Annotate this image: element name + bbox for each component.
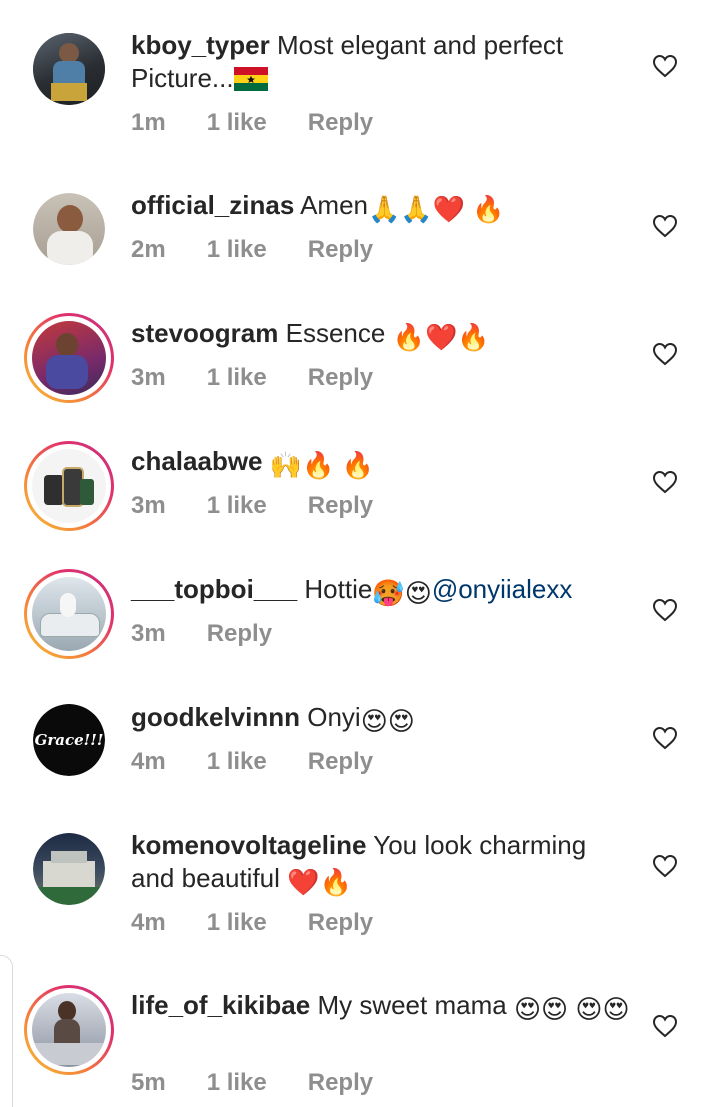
comment-meta: 4m 1 like Reply	[131, 909, 414, 937]
reply-button[interactable]: Reply	[308, 109, 373, 137]
comment-username[interactable]: komenovoltageline	[131, 830, 367, 860]
heart-outline-icon[interactable]	[652, 854, 678, 878]
heart-outline-icon[interactable]	[652, 214, 678, 238]
avatar[interactable]	[24, 313, 114, 403]
comment-time: 3m	[131, 364, 166, 391]
reply-button[interactable]: Reply	[207, 620, 272, 648]
comment-text: stevoogram Essence 🔥❤️🔥	[131, 317, 631, 354]
hot-face-heart-eyes-icon: 🥵😍	[372, 578, 432, 608]
comment-text: life_of_kikibae My sweet mama 😍😍 😍😍	[131, 989, 631, 1026]
comment-time: 4m	[131, 909, 166, 936]
comment-likes[interactable]: 1 like	[207, 748, 267, 776]
raised-hands-fire-icon: 🙌🔥 🔥	[269, 450, 375, 480]
comment-text: chalaabwe 🙌🔥 🔥	[131, 445, 631, 482]
avatar[interactable]	[33, 193, 105, 265]
comment-time: 5m	[131, 1069, 166, 1096]
reply-button[interactable]: Reply	[308, 909, 373, 937]
comment-body: Onyi	[307, 702, 361, 732]
mention-link[interactable]: @onyiialexx	[432, 574, 573, 604]
comment-username[interactable]: kboy_typer	[131, 30, 270, 60]
heart-eyes-icon: 😍😍	[360, 706, 415, 736]
comment-body: Essence	[285, 318, 393, 348]
comment-text: ___topboi___ Hottie🥵😍 @onyiialexx	[131, 573, 631, 610]
comment-body: Amen	[300, 190, 368, 220]
heart-outline-icon[interactable]	[652, 54, 678, 78]
comment-meta: 2m 1 like Reply	[131, 236, 414, 264]
comment-username[interactable]: life_of_kikibae	[131, 990, 310, 1020]
heart-outline-icon[interactable]	[652, 342, 678, 366]
reply-button[interactable]: Reply	[308, 492, 373, 520]
comment-meta: 3m Reply	[131, 620, 313, 648]
avatar[interactable]	[24, 569, 114, 659]
heart-outline-icon[interactable]	[652, 598, 678, 622]
heart-outline-icon[interactable]	[652, 470, 678, 494]
panel-edge	[0, 955, 13, 1107]
ghana-flag-icon	[233, 67, 268, 91]
comment-likes[interactable]: 1 like	[207, 236, 267, 264]
reply-button[interactable]: Reply	[308, 748, 373, 776]
reply-button[interactable]: Reply	[308, 364, 373, 392]
comment-meta: 3m 1 like Reply	[131, 364, 414, 392]
comment-time: 2m	[131, 236, 166, 263]
heart-fire-icon: ❤️🔥	[287, 867, 352, 897]
comment-time: 1m	[131, 109, 166, 136]
heart-outline-icon[interactable]	[652, 726, 678, 750]
comment-likes[interactable]: 1 like	[207, 492, 267, 520]
avatar[interactable]: Grace!!!	[33, 704, 105, 776]
reply-button[interactable]: Reply	[308, 1069, 373, 1097]
comment-username[interactable]: ___topboi___	[131, 574, 297, 604]
comment-likes[interactable]: 1 like	[207, 1069, 267, 1097]
avatar[interactable]	[33, 33, 105, 105]
comment-likes[interactable]: 1 like	[207, 109, 267, 137]
comment-username[interactable]: chalaabwe	[131, 446, 263, 476]
fire-heart-icon: 🔥❤️🔥	[392, 322, 490, 352]
comment-text: official_zinas Amen🙏🙏❤️ 🔥	[131, 189, 631, 226]
avatar[interactable]	[33, 833, 105, 905]
reply-button[interactable]: Reply	[308, 236, 373, 264]
comment-time: 3m	[131, 620, 166, 647]
praying-hands-icon: 🙏🙏❤️ 🔥	[368, 194, 505, 224]
comment-time: 3m	[131, 492, 166, 519]
comment-text: kboy_typer Most elegant and perfect Pict…	[131, 29, 631, 95]
comment-body: Hottie	[304, 574, 373, 604]
comment-likes[interactable]: 1 like	[207, 909, 267, 937]
avatar-logo-text: Grace!!!	[34, 731, 104, 749]
comment-text: komenovoltageline You look charming and …	[131, 829, 631, 899]
comment-body: My sweet mama	[317, 990, 514, 1020]
comment-username[interactable]: goodkelvinnn	[131, 702, 300, 732]
comment-username[interactable]: official_zinas	[131, 190, 294, 220]
heart-outline-icon[interactable]	[652, 1014, 678, 1038]
comment-meta: 1m 1 like Reply	[131, 109, 414, 137]
avatar[interactable]	[24, 985, 114, 1075]
avatar[interactable]	[24, 441, 114, 531]
comment-text: goodkelvinnn Onyi😍😍	[131, 701, 631, 738]
comment-meta: 5m 1 like Reply	[131, 1069, 414, 1097]
comment-meta: 4m 1 like Reply	[131, 748, 414, 776]
comment-likes[interactable]: 1 like	[207, 364, 267, 392]
comment-meta: 3m 1 like Reply	[131, 492, 414, 520]
heart-eyes-icon: 😍😍 😍😍	[513, 994, 630, 1024]
comment-username[interactable]: stevoogram	[131, 318, 278, 348]
comment-time: 4m	[131, 748, 166, 775]
